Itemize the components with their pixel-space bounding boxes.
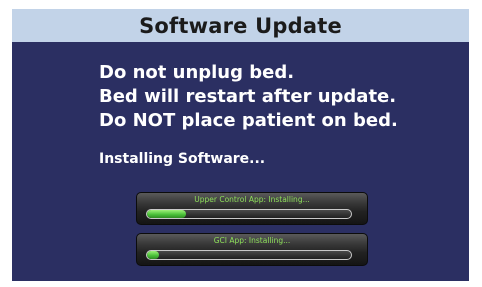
gci-progress-label: GCI App: Installing... bbox=[213, 236, 291, 245]
gci-progress-track bbox=[146, 250, 352, 260]
title-bar: Software Update bbox=[12, 9, 469, 42]
display-frame: Software Update Do not unplug bed. Bed w… bbox=[0, 0, 482, 287]
gci-progress-panel: GCI App: Installing... bbox=[136, 233, 368, 266]
upper-control-progress-panel: Upper Control App: Installing... bbox=[136, 192, 368, 225]
installing-status: Installing Software... bbox=[99, 151, 266, 167]
upper-control-progress-label: Upper Control App: Installing... bbox=[194, 195, 310, 204]
software-update-screen: Software Update Do not unplug bed. Bed w… bbox=[12, 9, 469, 281]
upper-control-progress-fill bbox=[147, 210, 186, 218]
upper-control-progress-track bbox=[146, 209, 352, 219]
screen-title: Software Update bbox=[139, 13, 342, 38]
gci-progress-fill bbox=[147, 251, 160, 259]
warning-patient: Do NOT place patient on bed. bbox=[99, 110, 398, 131]
warning-unplug: Do not unplug bed. bbox=[99, 62, 295, 83]
warning-restart: Bed will restart after update. bbox=[99, 86, 397, 107]
